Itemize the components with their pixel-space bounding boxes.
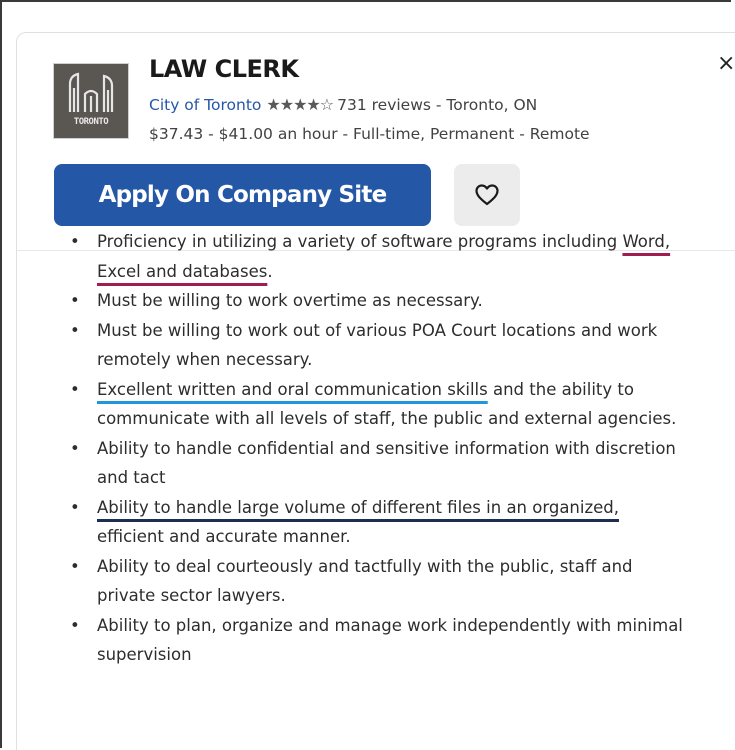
- bullet-icon: •: [70, 615, 80, 635]
- list-item: • Ability to handle confidential and sens…: [70, 434, 690, 493]
- list-item: • Must be willing to work overtime as nec…: [70, 286, 690, 316]
- list-item: • Ability to plan, organize and manage wo…: [70, 611, 690, 670]
- company-info: City of Toronto ★★★★☆ 731 reviews - Toront…: [149, 95, 537, 114]
- bullet-icon: •: [70, 320, 80, 340]
- list-item: • Excellent written and oral communicatio…: [70, 375, 690, 434]
- highlighted-text: Excellent written and oral communication…: [97, 379, 488, 399]
- list-item: • Proficiency in utilizing a variety of s…: [70, 227, 690, 286]
- highlighted-text: Ability to handle large volume of differ…: [97, 497, 619, 517]
- company-link[interactable]: City of Toronto: [149, 96, 261, 114]
- bullet-icon: •: [70, 232, 80, 251]
- job-location: - Toronto, ON: [430, 96, 538, 114]
- job-title: LAW CLERK: [149, 55, 299, 83]
- salary-info: $37.43 - $41.00 an hour - Full-time, Per…: [149, 125, 590, 143]
- job-requirements-list: • Proficiency in utilizing a variety of s…: [70, 227, 690, 670]
- reviews-count: 731 reviews: [337, 96, 431, 114]
- bullet-icon: •: [70, 379, 80, 399]
- list-item: • Must be willing to work out of various …: [70, 316, 690, 375]
- save-job-button[interactable]: [454, 164, 520, 226]
- list-item: • Ability to deal courteously and tactful…: [70, 552, 690, 611]
- bullet-icon: •: [70, 438, 80, 458]
- apply-button[interactable]: Apply On Company Site: [54, 164, 431, 226]
- bullet-icon: •: [70, 556, 80, 576]
- company-logo[interactable]: TORONTO: [53, 63, 129, 139]
- list-item: • Ability to handle large volume of diffe…: [70, 493, 690, 552]
- job-header: TORONTO LAW CLERK × City of Toronto ★★★★☆…: [17, 33, 735, 251]
- rating-stars-icon: ★★★★☆: [266, 95, 334, 114]
- logo-wordmark: TORONTO: [73, 117, 109, 127]
- close-icon[interactable]: ×: [717, 53, 735, 75]
- bullet-icon: •: [70, 497, 80, 517]
- heart-icon: [475, 184, 499, 206]
- bullet-icon: •: [70, 291, 80, 310]
